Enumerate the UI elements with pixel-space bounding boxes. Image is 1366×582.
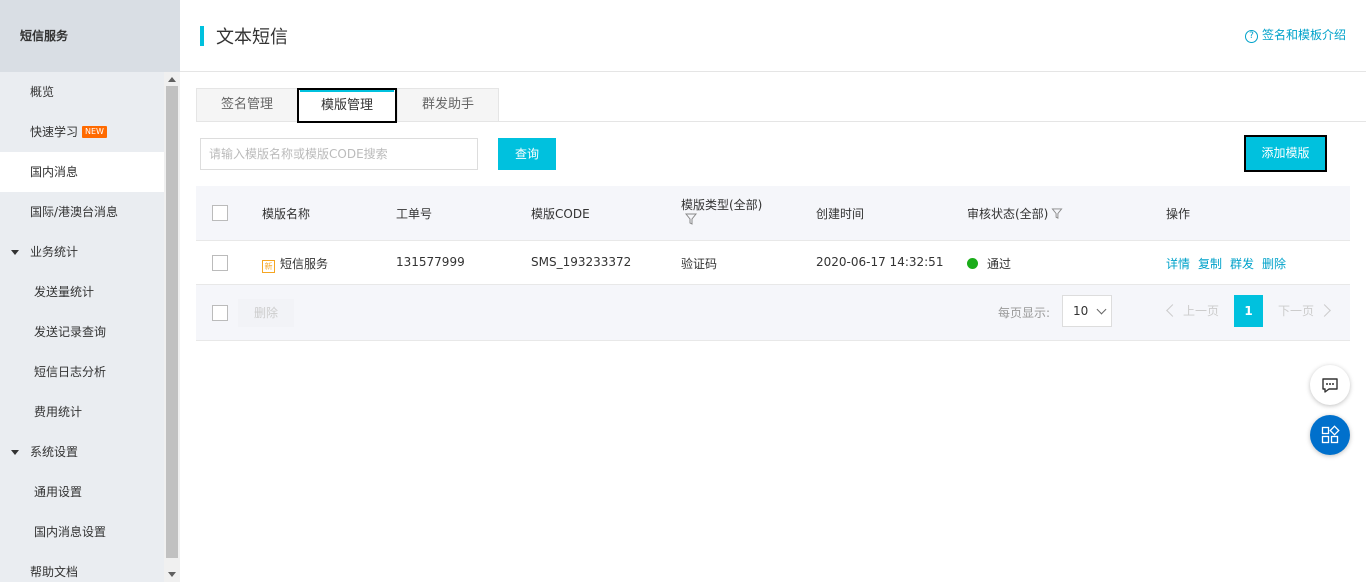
footer-select-all-checkbox[interactable] (212, 305, 228, 321)
sidebar-item-send-records[interactable]: 发送记录查询 (0, 312, 164, 352)
next-page-button[interactable]: 下一页 (1278, 302, 1331, 319)
delete-link[interactable]: 删除 (1262, 257, 1286, 271)
search-input[interactable] (200, 138, 478, 170)
sidebar-group-business-stats[interactable]: 业务统计 (0, 232, 164, 272)
sidebar-item-quick-learn[interactable]: 快速学习 NEW (0, 112, 164, 152)
sidebar-item-label: 快速学习 (30, 125, 79, 139)
tab-signature[interactable]: 签名管理 (196, 88, 298, 122)
caret-down-icon (11, 250, 19, 255)
bulk-send-link[interactable]: 群发 (1230, 257, 1254, 271)
sidebar-group-system-settings[interactable]: 系统设置 (0, 432, 164, 472)
status-dot-icon (967, 258, 978, 269)
sidebar-group-label: 系统设置 (30, 445, 79, 459)
sidebar-item-international[interactable]: 国际/港澳台消息 (0, 192, 164, 232)
batch-delete-button[interactable]: 删除 (238, 299, 294, 327)
template-name-cell: 新短信服务 (262, 255, 328, 273)
sidebar-group-label: 业务统计 (30, 245, 79, 259)
prev-page-button[interactable]: 上一页 (1166, 302, 1219, 319)
sidebar-item-label: 发送记录查询 (34, 325, 107, 339)
page-title: 文本短信 (216, 27, 288, 48)
prev-page-label: 上一页 (1183, 304, 1220, 318)
sidebar-item-label: 国内消息 (30, 165, 79, 179)
table-row: 新短信服务 131577999 SMS_193233372 验证码 2020-0… (196, 241, 1350, 285)
sidebar-scrollbar[interactable] (164, 72, 180, 582)
title-accent-bar (200, 26, 204, 46)
sidebar-item-label: 国内消息设置 (34, 525, 107, 539)
tab-bulk-send[interactable]: 群发助手 (397, 88, 499, 122)
column-header-name: 模版名称 (262, 207, 311, 221)
sidebar-item-label: 发送量统计 (34, 285, 95, 299)
sidebar-item-cost-stats[interactable]: 费用统计 (0, 392, 164, 432)
help-icon: ? (1244, 30, 1258, 43)
chat-button[interactable] (1310, 365, 1350, 405)
column-header-status[interactable]: 审核状态(全部) (967, 205, 1063, 222)
sidebar-item-log-analysis[interactable]: 短信日志分析 (0, 352, 164, 392)
template-table: 模版名称 工单号 模版CODE 模版类型(全部) 创建时间 审核状态(全部) 操… (196, 186, 1350, 341)
sidebar: 短信服务 概览 快速学习 NEW 国内消息 国际/港澳台消息 业务统计 发送量统计… (0, 0, 180, 582)
page-size-select[interactable]: 10 (1062, 295, 1112, 327)
column-header-ticket: 工单号 (396, 207, 433, 221)
sidebar-item-overview[interactable]: 概览 (0, 72, 164, 112)
sidebar-item-label: 国际/港澳台消息 (30, 205, 119, 219)
sidebar-item-label: 费用统计 (34, 405, 83, 419)
scroll-up-arrow-icon[interactable] (168, 77, 176, 82)
filter-icon[interactable] (685, 213, 697, 225)
column-header-code: 模版CODE (531, 207, 590, 221)
new-template-icon: 新 (262, 260, 275, 273)
sidebar-item-label: 短信日志分析 (34, 365, 107, 379)
ticket-number: 131577999 (396, 255, 465, 269)
status-cell: 通过 (967, 255, 1011, 272)
sidebar-item-label: 帮助文档 (30, 565, 79, 579)
next-page-label: 下一页 (1278, 304, 1315, 318)
help-link[interactable]: ? 签名和模板介绍 (1244, 26, 1346, 43)
chevron-left-icon (1166, 304, 1179, 317)
tab-bar: 签名管理 模版管理 群发助手 (196, 88, 1366, 123)
sidebar-item-general-settings[interactable]: 通用设置 (0, 472, 164, 512)
caret-down-icon (11, 450, 19, 455)
apps-icon (1321, 425, 1340, 444)
table-footer: 删除 每页显示: 10 上一页 1 下一页 (196, 285, 1350, 341)
chevron-right-icon (1318, 304, 1331, 317)
main-content: 文本短信 ?签名和模板介绍 签名管理 模版管理 群发助手 查询 添加模版 模版名… (180, 0, 1366, 582)
select-all-checkbox[interactable] (212, 205, 228, 221)
add-template-button[interactable]: 添加模版 (1244, 135, 1327, 172)
template-name: 短信服务 (280, 257, 329, 271)
scroll-thumb[interactable] (166, 86, 178, 558)
status-text: 通过 (987, 257, 1012, 271)
tab-template[interactable]: 模版管理 (297, 88, 397, 123)
page-size-label: 每页显示: (998, 306, 1051, 320)
new-badge: NEW (82, 126, 107, 138)
row-checkbox[interactable] (212, 255, 228, 271)
column-header-type[interactable]: 模版类型(全部) (681, 196, 762, 213)
sidebar-item-help-docs[interactable]: 帮助文档 (0, 552, 164, 582)
column-header-status-label: 审核状态(全部) (967, 207, 1049, 221)
sidebar-item-label: 通用设置 (34, 485, 83, 499)
table-header: 模版名称 工单号 模版CODE 模版类型(全部) 创建时间 审核状态(全部) 操… (196, 186, 1350, 241)
template-code: SMS_193233372 (531, 255, 632, 269)
query-button[interactable]: 查询 (498, 138, 556, 170)
filter-icon[interactable] (1051, 208, 1063, 219)
page-size-value: 10 (1073, 304, 1089, 318)
chevron-down-icon (1096, 304, 1107, 315)
detail-link[interactable]: 详情 (1166, 257, 1190, 271)
template-type: 验证码 (681, 257, 718, 271)
help-link-label: 签名和模板介绍 (1261, 28, 1346, 42)
sidebar-item-label: 概览 (30, 85, 55, 99)
created-time: 2020-06-17 14:32:51 (816, 255, 944, 269)
ops-cell: 详情 复制 群发 删除 (1166, 255, 1294, 272)
apps-button[interactable] (1310, 415, 1350, 455)
chat-icon (1322, 378, 1338, 393)
column-header-created: 创建时间 (816, 207, 865, 221)
sidebar-nav: 概览 快速学习 NEW 国内消息 国际/港澳台消息 业务统计 发送量统计 发送记录… (0, 72, 164, 582)
page-header: 文本短信 ? 签名和模板介绍 (180, 0, 1366, 72)
column-header-ops: 操作 (1166, 207, 1191, 221)
current-page-button[interactable]: 1 (1234, 295, 1263, 327)
scroll-down-arrow-icon[interactable] (168, 572, 176, 577)
sidebar-item-send-volume[interactable]: 发送量统计 (0, 272, 164, 312)
sidebar-item-domestic[interactable]: 国内消息 (0, 152, 164, 192)
copy-link[interactable]: 复制 (1198, 257, 1222, 271)
sidebar-title: 短信服务 (0, 0, 180, 72)
sidebar-item-domestic-settings[interactable]: 国内消息设置 (0, 512, 164, 552)
